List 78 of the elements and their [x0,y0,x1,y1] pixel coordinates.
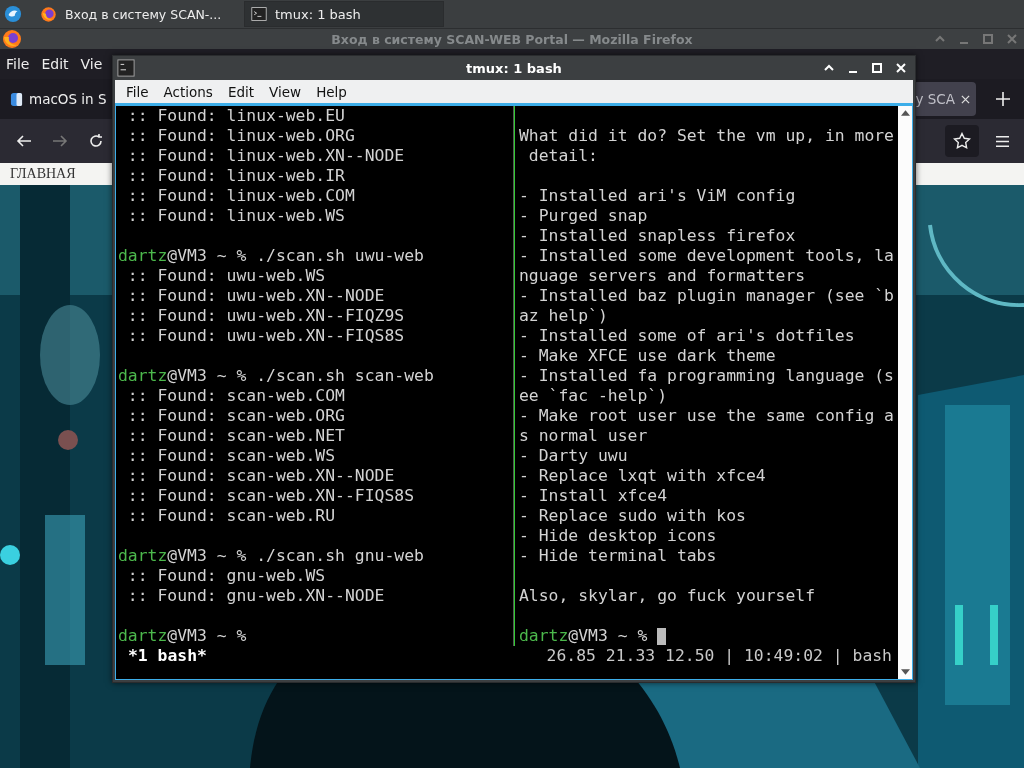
scrollbar[interactable] [898,106,912,679]
tmux-status-info: 26.85 21.33 12.50 | 10:49:02 | bash [546,646,892,666]
terminal-line: - Purged snap [519,206,649,226]
terminal-line: - Installed fa programming language (s [519,366,895,386]
terminal-line: az help`) [519,306,609,326]
scroll-down-icon[interactable] [900,669,910,675]
prompt-line: dartz@VM3 ~ % ./scan.sh gnu-web [118,546,424,566]
menu-item[interactable]: Edit [227,83,255,100]
terminal-icon [251,6,267,22]
app-menu-icon[interactable] [4,5,22,23]
prompt-line: dartz@VM3 ~ % [519,626,648,646]
terminal-line: What did it do? Set the vm up, in more [519,126,895,146]
window-title: Вход в систему SCAN-WEB Portal — Mozilla Firefox [330,31,694,47]
terminal-line: :: Found: uwu-web.XN--FIQZ9S [126,306,406,326]
tmux-window-label: *1 bash* [128,646,207,666]
terminal-line: - Replace lxqt with xfce4 [519,466,767,486]
terminal-line: :: Found: scan-web.WS [126,446,337,466]
menu-item[interactable]: Vie [80,56,103,72]
star-icon [953,132,971,150]
browser-tab[interactable]: macOS in S [8,82,116,116]
terminal-line: :: Found: linux-web.COM [126,186,356,206]
terminal-line: :: Found: linux-web.ORG [126,126,356,146]
taskbar-button[interactable]: tmux: 1 bash [244,1,444,27]
terminal-line: - Hide terminal tabs [519,546,718,566]
terminal-line: Also, skylar, go fuck yourself [519,586,817,606]
scroll-up-icon[interactable] [900,110,910,116]
terminal-line: s normal user [519,426,649,446]
prompt-line: dartz@VM3 ~ % ./scan.sh scan-web [118,366,434,386]
nav-link[interactable]: ГЛАВНАЯ [10,166,76,182]
terminal-line: :: Found: scan-web.RU [126,506,337,526]
prompt-line: dartz@VM3 ~ % [118,626,247,646]
terminal-line: - Make root user use the same config a [519,406,895,426]
terminal-line: - Installed snapless firefox [519,226,797,246]
new-tab-icon[interactable] [996,92,1010,106]
terminal-line: :: Found: scan-web.NET [126,426,346,446]
terminal-line: :: Found: scan-web.ORG [126,406,346,426]
terminal-line: :: Found: uwu-web.WS [126,266,327,286]
terminal-line: - Install xfce4 [519,486,669,506]
terminal-line: - Installed ari's ViM config [519,186,797,206]
terminal-line: - Installed baz plugin manager (see `b [519,286,895,306]
terminal-line: ee `fac -help`) [519,386,669,406]
terminal-line: :: Found: scan-web.COM [126,386,346,406]
terminal-line: :: Found: linux-web.XN--NODE [126,146,406,166]
firefox-icon [40,5,57,23]
menu-item[interactable]: View [269,83,302,100]
menu-item[interactable]: Actions [163,83,213,100]
terminal-line: :: Found: gnu-web.WS [126,566,327,586]
terminal-line: - Replace sudo with kos [519,506,747,526]
terminal-line: - Installed some development tools, la [519,246,895,266]
close-tab-icon[interactable] [961,94,970,104]
back-icon[interactable] [16,133,32,149]
firefox-icon [2,29,22,49]
browser-tab[interactable]: y SCA [913,82,976,116]
terminal-line: - Installed some of ari's dotfiles [519,326,856,346]
terminal-line: nguage servers and formatters [519,266,807,286]
terminal-line: :: Found: linux-web.EU [126,106,346,126]
window-title: tmux: 1 bash [465,60,563,76]
terminal-line: - Hide desktop icons [519,526,718,546]
menu-icon[interactable] [995,134,1010,148]
terminal-line: :: Found: uwu-web.XN--FIQS8S [126,326,406,346]
taskbar-button[interactable]: Вход в систему SCAN-... [34,1,240,27]
terminal-line: :: Found: linux-web.WS [126,206,346,226]
menu-item[interactable]: File [6,56,30,72]
prompt-line: dartz@VM3 ~ % ./scan.sh uwu-web [118,246,424,266]
terminal-line: detail: [527,146,599,166]
menu-item[interactable]: Help [316,83,347,100]
terminal-line: :: Found: scan-web.XN--FIQS8S [126,486,416,506]
terminal-line: :: Found: linux-web.IR [126,166,346,186]
menu-item[interactable]: Edit [41,56,69,72]
terminal-line: - Darty uwu [519,446,629,466]
terminal-line: :: Found: gnu-web.XN--NODE [126,586,386,606]
terminal-line: :: Found: uwu-web.XN--NODE [126,286,386,306]
menu-item[interactable]: File [126,83,149,100]
terminal-line: - Make XFCE use dark theme [519,346,777,366]
bookmark-button[interactable] [945,125,979,157]
reload-icon[interactable] [88,133,104,149]
terminal-icon [117,59,135,77]
terminal-line: :: Found: scan-web.XN--NODE [126,466,396,486]
